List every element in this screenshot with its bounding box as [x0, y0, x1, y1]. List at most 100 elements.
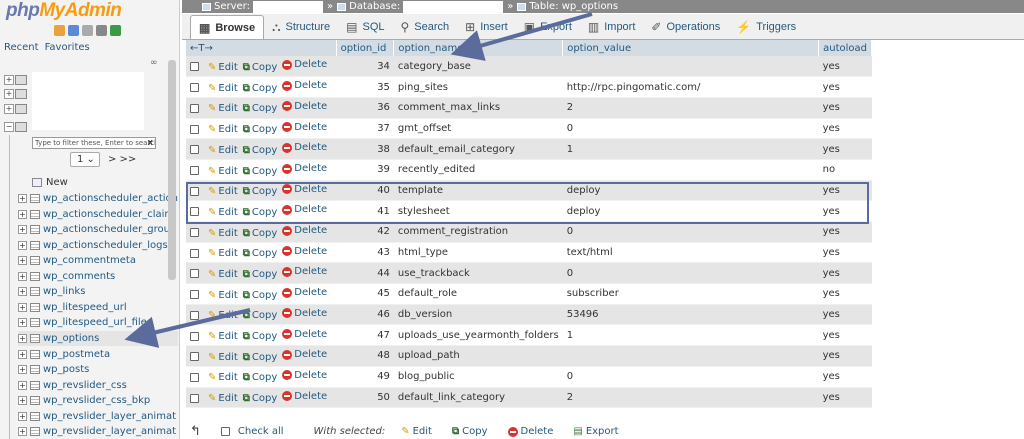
tree-expand-icon[interactable]: + [18, 396, 27, 406]
delete-row-button[interactable]: Delete [282, 80, 327, 91]
cell-autoload[interactable]: yes [818, 97, 872, 119]
link-panel-icon[interactable]: ∞ [150, 58, 158, 68]
cell-option-value[interactable] [562, 159, 819, 181]
cell-option-name[interactable]: gmt_offset [393, 118, 563, 140]
row-checkbox[interactable] [190, 290, 199, 300]
nav-table-item[interactable]: + wp_revslider_css_bkp [18, 393, 178, 408]
check-all-label[interactable]: Check all [238, 426, 284, 437]
cell-option-name[interactable]: category_base [393, 56, 563, 78]
nav-table-item[interactable]: + wp_litespeed_url_file [18, 315, 178, 330]
bulk-export-button[interactable]: ▤ Export [573, 426, 618, 437]
row-checkbox[interactable] [190, 103, 199, 113]
delete-row-button[interactable]: Delete [282, 142, 327, 153]
cell-option-name[interactable]: default_role [393, 283, 563, 305]
cell-option-name[interactable]: default_email_category [393, 138, 563, 160]
delete-row-button[interactable]: Delete [282, 101, 327, 112]
page-select[interactable]: 1 ⌄ [70, 152, 100, 167]
edit-row-button[interactable]: ✎ Edit [208, 393, 238, 404]
row-checkbox[interactable] [190, 269, 199, 279]
copy-row-button[interactable]: ⧉ Copy [243, 62, 278, 73]
cell-option-id[interactable]: 49 [336, 366, 394, 388]
cell-option-id[interactable]: 40 [336, 180, 394, 202]
row-checkbox[interactable] [190, 83, 199, 93]
nav-table-item[interactable]: + wp_revslider_layer_animat [18, 409, 178, 424]
cell-option-value[interactable]: http://rpc.pingomatic.com/ [562, 76, 819, 98]
tree-expand-icon[interactable]: + [18, 271, 27, 281]
table-filter-input[interactable]: Type to filter these, Enter to search X [32, 137, 156, 149]
edit-row-button[interactable]: ✎ Edit [208, 372, 238, 383]
tab-sql[interactable]: ▤ SQL [338, 15, 392, 39]
cell-autoload[interactable]: yes [818, 304, 872, 326]
copy-row-button[interactable]: ⧉ Copy [243, 310, 278, 321]
edit-row-button[interactable]: ✎ Edit [208, 248, 238, 259]
tree-expand-icon[interactable]: + [4, 89, 14, 99]
tab-export[interactable]: ▣ Export [516, 15, 580, 39]
breadcrumb-server[interactable]: Server: [202, 0, 323, 13]
delete-row-button[interactable]: Delete [282, 308, 327, 319]
copy-row-button[interactable]: ⧉ Copy [243, 166, 278, 177]
cell-option-id[interactable]: 47 [336, 324, 394, 347]
delete-row-button[interactable]: Delete [282, 370, 327, 381]
settings-icon[interactable] [96, 25, 107, 36]
cell-autoload[interactable]: yes [818, 76, 872, 98]
favorites-tab[interactable]: Favorites [45, 42, 90, 53]
delete-row-button[interactable]: Delete [282, 246, 327, 257]
tab-import[interactable]: ▥ Import [580, 15, 644, 39]
copy-row-button[interactable]: ⧉ Copy [243, 248, 278, 259]
tab-triggers[interactable]: ⚡ Triggers [728, 15, 804, 39]
copy-row-button[interactable]: ⧉ Copy [243, 393, 278, 404]
column-header-option-name[interactable]: option_name [393, 40, 564, 56]
new-table-link[interactable]: New [32, 177, 68, 188]
cell-option-value[interactable]: 1 [562, 138, 819, 160]
nav-table-item[interactable]: + wp_revslider_layer_animat [18, 424, 178, 439]
cell-option-name[interactable]: blog_public [393, 366, 563, 388]
delete-row-button[interactable]: Delete [282, 329, 327, 340]
tree-expand-icon[interactable]: + [18, 302, 27, 312]
cell-option-name[interactable]: template [393, 180, 563, 202]
nav-table-item[interactable]: + wp_litespeed_url [18, 300, 178, 315]
check-all-checkbox[interactable] [220, 427, 230, 436]
cell-option-id[interactable]: 36 [336, 97, 394, 119]
cell-option-name[interactable]: stylesheet [393, 200, 563, 222]
cell-option-id[interactable]: 42 [336, 221, 394, 243]
row-checkbox[interactable] [190, 207, 199, 217]
edit-row-button[interactable]: ✎ Edit [208, 269, 238, 280]
cell-option-value[interactable]: 1 [562, 324, 819, 347]
delete-row-button[interactable]: Delete [282, 225, 327, 236]
nav-scrollbar[interactable] [168, 60, 176, 280]
reload-icon[interactable] [110, 25, 121, 36]
cell-autoload[interactable]: no [818, 159, 872, 181]
row-checkbox[interactable] [190, 145, 199, 155]
cell-option-id[interactable]: 38 [336, 138, 394, 160]
cell-autoload[interactable]: yes [818, 200, 872, 222]
cell-option-value[interactable] [562, 56, 819, 78]
cell-option-name[interactable]: recently_edited [393, 159, 563, 181]
cell-option-value[interactable]: 0 [562, 262, 819, 285]
cell-option-id[interactable]: 34 [336, 56, 394, 78]
tree-expand-icon[interactable]: + [18, 225, 27, 235]
copy-row-button[interactable]: ⧉ Copy [243, 83, 278, 94]
cell-option-name[interactable]: db_version [393, 304, 563, 326]
cell-option-id[interactable]: 39 [336, 159, 394, 181]
nav-table-item[interactable]: + wp_actionscheduler_logs [18, 238, 178, 253]
phpmyadmin-logo[interactable]: phpMyAdmin [6, 0, 156, 22]
edit-row-button[interactable]: ✎ Edit [208, 352, 238, 363]
bulk-copy-button[interactable]: ⧉ Copy [452, 426, 488, 437]
edit-row-button[interactable]: ✎ Edit [208, 207, 238, 218]
cell-option-value[interactable]: deploy [562, 200, 819, 222]
row-checkbox[interactable] [190, 331, 199, 341]
cell-option-name[interactable]: upload_path [393, 345, 563, 367]
tree-expand-icon[interactable]: + [18, 380, 27, 390]
edit-row-button[interactable]: ✎ Edit [208, 83, 238, 94]
clear-filter-icon[interactable]: X [148, 138, 153, 148]
row-checkbox[interactable] [190, 248, 199, 258]
cell-autoload[interactable]: yes [818, 242, 872, 264]
logout-icon[interactable] [68, 25, 79, 36]
delete-row-button[interactable]: Delete [282, 349, 327, 360]
row-checkbox[interactable] [190, 124, 199, 134]
edit-row-button[interactable]: ✎ Edit [208, 228, 238, 239]
cell-autoload[interactable]: yes [818, 138, 872, 160]
cell-option-value[interactable]: 2 [562, 387, 819, 409]
edit-row-button[interactable]: ✎ Edit [208, 290, 238, 301]
delete-row-button[interactable]: Delete [282, 122, 327, 133]
